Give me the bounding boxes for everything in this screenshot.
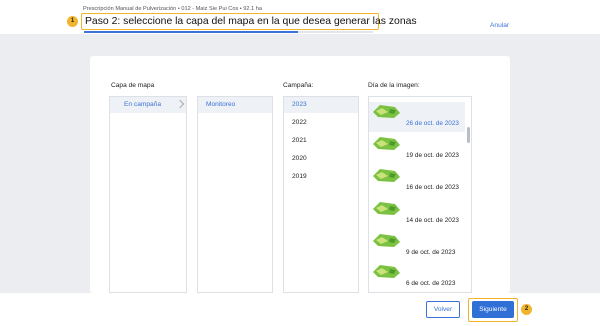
image-date-item[interactable]: 19 de oct. de 2023	[369, 134, 465, 164]
campaign-item-label: 2022	[292, 119, 307, 126]
cancel-link[interactable]: Anular	[490, 22, 509, 29]
image-date-item[interactable]: 9 de oct. de 2023	[369, 231, 465, 261]
page-header: Prescripción Manual de Pulverización • 0…	[0, 0, 600, 34]
campaign-item-label: 2020	[292, 155, 307, 162]
field-thumbnail-icon	[373, 169, 400, 182]
source-item-label: Monitoreo	[206, 101, 236, 108]
campaign-item-label: 2023	[292, 101, 307, 108]
image-date-item[interactable]: 26 de oct. de 2023	[369, 102, 465, 132]
image-date-label: 26 de oct. de 2023	[406, 120, 459, 127]
annotation-badge-2: 2	[521, 304, 532, 315]
field-thumbnail-icon	[373, 202, 400, 215]
campaign-item[interactable]: 2023	[284, 97, 358, 113]
source-list: Monitoreo	[197, 96, 273, 293]
campaign-item-label: 2021	[292, 137, 307, 144]
field-thumbnail-icon	[373, 234, 400, 247]
source-item-monitoreo[interactable]: Monitoreo	[198, 97, 272, 113]
back-button[interactable]: Volver	[426, 301, 460, 318]
progress-bar-fill	[84, 31, 298, 33]
image-date-label: 9 de oct. de 2023	[406, 249, 456, 256]
step-title-highlight: Paso 2: seleccione la capa del mapa en l…	[81, 13, 417, 30]
campaign-item[interactable]: 2022	[284, 115, 358, 131]
page-title: Paso 2: seleccione la capa del mapa en l…	[85, 16, 417, 27]
campaign-item[interactable]: 2021	[284, 133, 358, 149]
layer-column-label: Capa de mapa	[111, 82, 155, 89]
field-thumbnail-icon	[373, 265, 400, 278]
date-column-label: Día de la imagen:	[368, 82, 420, 89]
scrollbar[interactable]	[467, 127, 470, 143]
field-thumbnail-icon	[373, 105, 400, 118]
layer-item-label: En campaña	[124, 101, 162, 108]
next-button[interactable]: Siguiente	[472, 301, 514, 318]
image-date-item[interactable]: 16 de oct. de 2023	[369, 166, 465, 196]
image-date-item[interactable]: 14 de oct. de 2023	[369, 199, 465, 229]
image-date-label: 14 de oct. de 2023	[406, 217, 459, 224]
progress-bar	[84, 31, 373, 33]
campaign-item[interactable]: 2019	[284, 169, 358, 185]
layer-item-en-campana[interactable]: En campaña	[110, 97, 186, 113]
campaign-column-label: Campaña:	[283, 82, 314, 89]
campaign-item-label: 2019	[292, 173, 307, 180]
chevron-right-icon	[175, 99, 185, 109]
field-thumbnail-icon	[373, 137, 400, 150]
layer-list: En campaña	[109, 96, 187, 293]
campaign-item[interactable]: 2020	[284, 151, 358, 167]
campaign-list: 2023 2022 2021 2020 2019	[283, 96, 359, 293]
annotation-badge-1: 1	[67, 16, 78, 27]
image-date-label: 19 de oct. de 2023	[406, 152, 459, 159]
image-date-list: 26 de oct. de 2023 19 de oct. de 2023 16…	[368, 96, 472, 293]
image-date-item[interactable]: 6 de oct. de 2023	[369, 262, 465, 292]
image-date-label: 6 de oct. de 2023	[406, 280, 456, 287]
breadcrumb: Prescripción Manual de Pulverización • 0…	[83, 6, 262, 12]
image-date-label: 16 de oct. de 2023	[406, 184, 459, 191]
